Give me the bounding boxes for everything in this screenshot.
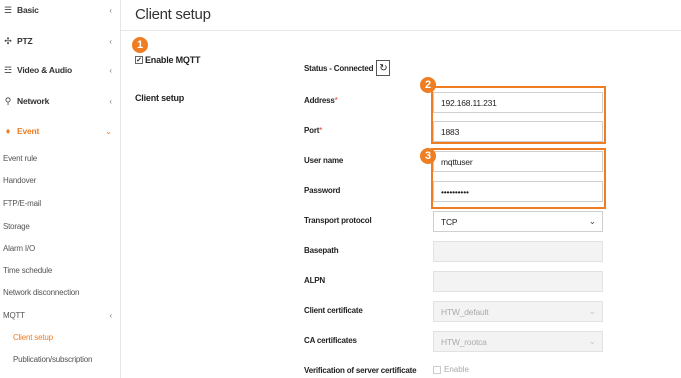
chevron-down-icon: ⌄ [588, 336, 597, 346]
sidebar-item-event[interactable]: ♦ Event ⌄ [0, 124, 121, 138]
port-label: Port* [304, 126, 323, 135]
title-divider [121, 30, 681, 31]
highlight-box-address-port [431, 86, 606, 144]
step-badge-1: 1 [132, 37, 148, 53]
verification-checkbox-label: Enable [444, 365, 469, 374]
bell-icon: ♦ [5, 126, 11, 136]
highlight-box-credentials [431, 148, 606, 209]
sidebar-item-alarm-io[interactable]: Alarm I/O [0, 241, 121, 255]
sidebar-item-publication-subscription[interactable]: Publication/subscription [0, 352, 121, 366]
required-mark: * [319, 126, 323, 135]
verification-label: Verification of server certificate [304, 366, 417, 375]
verification-row: Enable [433, 365, 469, 374]
transport-protocol-label: Transport protocol [304, 216, 372, 225]
chevron-left-icon: ‹ [109, 5, 112, 15]
sidebar-item-label: Video & Audio [17, 65, 73, 75]
sidebar-item-ptz[interactable]: ✣ PTZ ‹ [0, 34, 121, 48]
sidebar-item-label: MQTT [3, 310, 25, 320]
enable-mqtt-label: Enable MQTT [145, 55, 201, 65]
sidebar-item-client-setup[interactable]: Client setup [0, 330, 121, 344]
move-icon: ✣ [4, 35, 12, 46]
chevron-down-icon: ⌄ [588, 306, 597, 316]
ca-certificates-label: CA certificates [304, 336, 357, 345]
sidebar-item-label: PTZ [17, 36, 33, 46]
connection-status: Status - Connected ↻ [304, 60, 391, 76]
client-certificate-value: HTW_default [441, 306, 489, 317]
chevron-down-icon: ⌄ [588, 216, 597, 226]
required-mark: * [334, 96, 338, 105]
client-certificate-select[interactable]: HTW_default ⌄ [433, 301, 603, 322]
list-icon: ☰ [3, 4, 13, 15]
sidebar-item-network-disconnection[interactable]: Network disconnection [0, 285, 121, 299]
sidebar-item-label: Basic [17, 5, 39, 15]
section-label: Client setup [135, 93, 185, 103]
sidebar-item-handover[interactable]: Handover [0, 173, 121, 187]
alpn-label: ALPN [304, 276, 325, 285]
chevron-left-icon: ‹ [109, 310, 113, 320]
page-title: Client setup [135, 6, 211, 23]
ca-certificates-value: HTW_rootca [441, 336, 487, 347]
step-badge-3: 3 [420, 148, 436, 164]
chevron-left-icon: ‹ [109, 65, 112, 75]
status-text: Status - Connected [304, 63, 374, 73]
sidebar-item-time-schedule[interactable]: Time schedule [0, 263, 121, 277]
client-certificate-label: Client certificate [304, 306, 363, 315]
refresh-icon: ↻ [379, 62, 388, 74]
sidebar-item-event-rule[interactable]: Event rule [0, 151, 121, 165]
sidebar-item-network[interactable]: ⚲ Network ‹ [0, 94, 121, 108]
sliders-icon: ☲ [3, 64, 13, 75]
chevron-down-icon: ⌄ [105, 126, 112, 136]
password-label: Password [304, 186, 341, 195]
sidebar-item-ftp-email[interactable]: FTP/E-mail [0, 196, 121, 210]
transport-protocol-value: TCP [441, 216, 458, 227]
sidebar-item-storage[interactable]: Storage [0, 219, 121, 233]
sidebar-item-mqtt[interactable]: MQTT ‹ [0, 308, 121, 322]
sidebar: ☰ Basic ‹ ✣ PTZ ‹ ☲ Video & Audio ‹ ⚲ Ne… [0, 0, 121, 378]
chevron-left-icon: ‹ [109, 96, 112, 106]
step-badge-2: 2 [420, 77, 436, 93]
basepath-input[interactable] [433, 241, 603, 262]
address-label: Address* [304, 96, 338, 105]
sidebar-item-video-audio[interactable]: ☲ Video & Audio ‹ [0, 63, 121, 77]
refresh-button[interactable]: ↻ [376, 60, 391, 76]
transport-protocol-select[interactable]: TCP ⌄ [433, 211, 603, 232]
chevron-left-icon: ‹ [109, 36, 112, 46]
verification-checkbox[interactable] [433, 365, 441, 374]
basepath-label: Basepath [304, 246, 339, 255]
network-icon: ⚲ [4, 95, 12, 106]
sidebar-item-label: Network [17, 96, 50, 106]
sidebar-item-basic[interactable]: ☰ Basic ‹ [0, 3, 121, 17]
user-name-label: User name [304, 156, 344, 165]
enable-mqtt-row: ✓ Enable MQTT [135, 55, 201, 65]
ca-certificates-select[interactable]: HTW_rootca ⌄ [433, 331, 603, 352]
enable-mqtt-checkbox[interactable]: ✓ [135, 56, 143, 64]
alpn-input[interactable] [433, 271, 603, 292]
